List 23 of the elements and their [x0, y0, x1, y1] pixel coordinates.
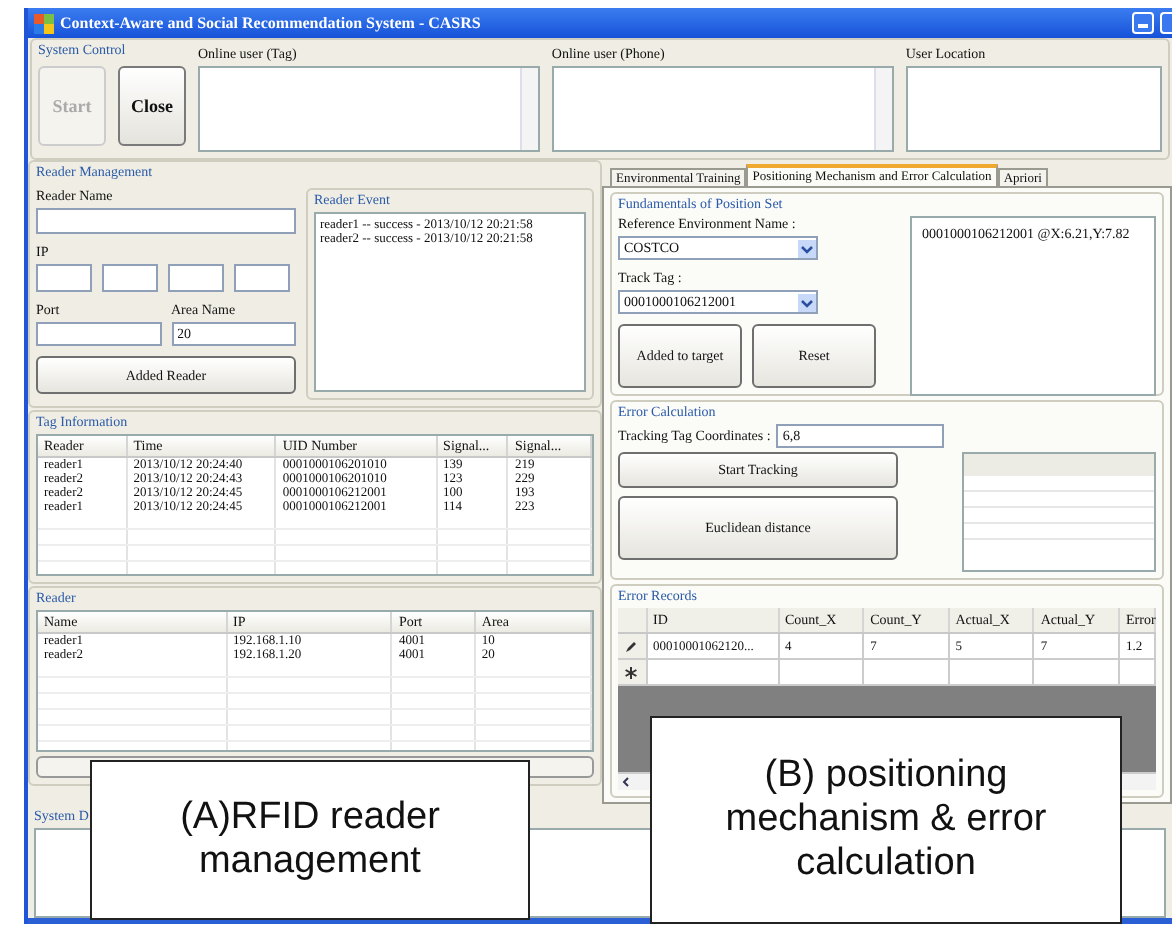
app-icon — [34, 13, 54, 33]
pencil-icon — [624, 639, 639, 653]
port-field[interactable] — [36, 322, 161, 346]
scrollbar[interactable] — [873, 68, 892, 150]
minimize-button[interactable] — [1132, 12, 1154, 34]
annotation-tooltip: (B) positioning mechanism & error calculation — [650, 716, 1122, 924]
scrollbar[interactable] — [519, 68, 538, 150]
reader-name-field[interactable] — [36, 208, 296, 234]
close-button[interactable]: Close — [118, 66, 186, 146]
annotation-tooltip: (A)RFID reader management — [90, 760, 530, 920]
ip-field[interactable] — [36, 264, 92, 292]
list-field[interactable] — [198, 66, 540, 152]
list-field[interactable] — [905, 66, 1162, 152]
dropdown-arrow-icon[interactable] — [798, 293, 816, 311]
window-title: Context-Aware and Social Recommendation System - CASRS — [60, 14, 481, 32]
list-field[interactable] — [551, 66, 894, 152]
ip-field[interactable] — [102, 264, 158, 292]
dropdown-arrow-icon[interactable] — [798, 239, 816, 257]
ip-field[interactable] — [234, 264, 290, 292]
scroll-left-icon[interactable] — [618, 774, 634, 790]
maximize-button[interactable] — [1160, 12, 1172, 34]
ip-field[interactable] — [168, 264, 224, 292]
asterisk-icon — [624, 665, 639, 679]
